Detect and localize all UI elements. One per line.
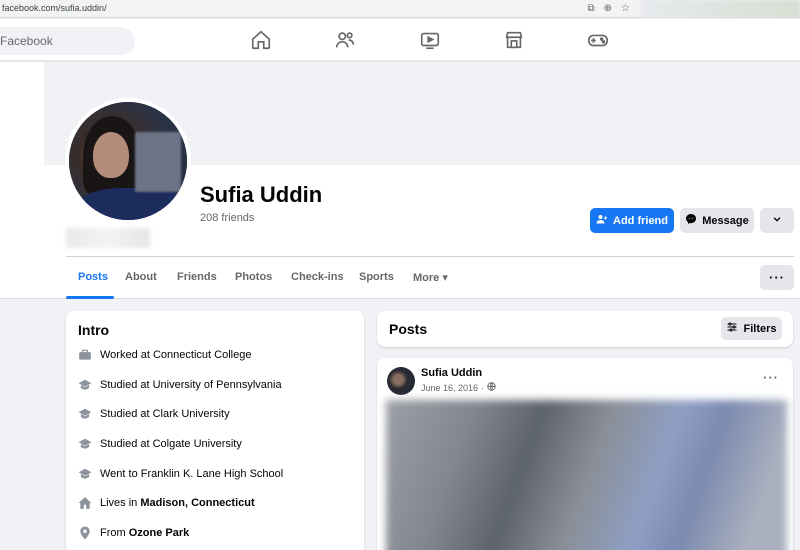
intro-text: Went to Franklin K. Lane High School [100,468,284,480]
filters-label: Filters [743,322,777,335]
intro-prefix: Lives in [100,497,141,509]
message-button[interactable]: Message [680,208,754,233]
intro-text: Studied at University of Pennsylvania [100,379,282,391]
search-placeholder: Facebook [0,34,53,48]
tab-check-ins[interactable]: Check-ins [291,271,344,283]
post-options-button[interactable]: ··· [763,370,779,385]
tabs-divider [66,256,794,257]
address-bar[interactable]: facebook.com/sufia.uddin/ [2,3,107,13]
bookmark-star-icon[interactable]: ☆ [621,2,630,15]
tab-posts[interactable]: Posts [78,271,108,283]
tab-more-label: More [413,272,440,284]
intro-text: Lives in Madison, Connecticut [100,497,255,509]
more-options-button[interactable]: ··· [760,265,794,290]
friends-count[interactable]: 208 friends [200,212,254,224]
profile-picture[interactable] [65,98,191,224]
graduation-cap-icon [78,378,92,392]
post-author-name[interactable]: Sufia Uddin [421,367,482,379]
blurred-browser-region [640,0,800,18]
messenger-icon [685,213,697,228]
message-label: Message [702,214,749,227]
sliders-icon [726,321,738,336]
add-person-icon [596,213,608,228]
graduation-cap-icon [78,437,92,451]
marketplace-icon[interactable] [503,29,525,51]
graduation-cap-icon [78,407,92,421]
intro-item-education: Went to Franklin K. Lane High School [78,467,283,481]
intro-text: Studied at Clark University [100,408,230,420]
caret-down-icon: ▾ [442,272,448,284]
add-friend-button[interactable]: Add friend [590,208,674,233]
post-date-link[interactable]: June 16, 2016 [421,383,478,393]
intro-card: Intro Worked at Connecticut College Stud… [66,311,364,550]
browser-toolbar: facebook.com/sufia.uddin/ ⧉ ⊕ ☆ [0,0,800,18]
intro-title: Intro [78,322,110,338]
friends-icon[interactable] [334,29,356,51]
house-icon [78,496,92,510]
posts-title: Posts [389,321,428,337]
add-friend-label: Add friend [613,214,668,227]
gaming-icon[interactable] [587,29,609,51]
intro-item-education: Studied at Clark University [78,407,230,421]
intro-item-lives-in: Lives in Madison, Connecticut [78,496,255,510]
separator-dot: · [481,382,485,393]
blurred-mutual-friends [66,228,150,248]
ellipsis-icon: ··· [769,270,785,285]
watch-icon[interactable] [419,29,441,51]
intro-item-education: Studied at Colgate University [78,437,242,451]
tab-friends[interactable]: Friends [177,271,217,283]
tab-photos[interactable]: Photos [235,271,272,283]
post-image[interactable] [386,400,787,550]
intro-prefix: From [100,527,129,539]
post-timestamp: June 16, 2016 · [421,382,496,393]
intro-item-from: From Ozone Park [78,526,189,540]
intro-item-education: Studied at University of Pennsylvania [78,378,282,392]
graduation-cap-icon [78,467,92,481]
install-app-icon[interactable]: ⧉ [588,2,595,15]
intro-text: From Ozone Park [100,527,189,539]
intro-text: Worked at Connecticut College [100,349,252,361]
intro-hometown-link[interactable]: Ozone Park [129,527,190,539]
globe-icon [487,382,496,393]
briefcase-icon [78,348,92,362]
posts-header-card: Posts Filters [377,311,793,347]
active-tab-indicator [66,296,114,299]
home-icon[interactable] [250,29,272,51]
zoom-icon[interactable]: ⊕ [604,2,612,15]
intro-item-work: Worked at Connecticut College [78,348,251,362]
profile-more-dropdown[interactable] [760,208,794,233]
intro-text: Studied at Colgate University [100,438,242,450]
tab-sports[interactable]: Sports [359,271,394,283]
blurred-face-region [135,132,181,192]
chevron-down-icon [772,214,782,227]
search-input[interactable]: Facebook [0,27,135,55]
tab-more[interactable]: More ▾ [413,271,448,284]
browser-actions: ⧉ ⊕ ☆ [588,2,631,15]
post-card: Sufia Uddin June 16, 2016 · ··· [377,358,793,550]
filters-button[interactable]: Filters [721,317,782,340]
facebook-top-nav: Facebook [0,19,800,61]
intro-location-link[interactable]: Madison, Connecticut [140,497,254,509]
ellipsis-icon: ··· [763,370,779,385]
tab-about[interactable]: About [125,271,157,283]
post-author-avatar[interactable] [387,367,415,395]
page-left-margin [0,62,44,165]
location-pin-icon [78,526,92,540]
profile-name: Sufia Uddin [200,182,323,207]
